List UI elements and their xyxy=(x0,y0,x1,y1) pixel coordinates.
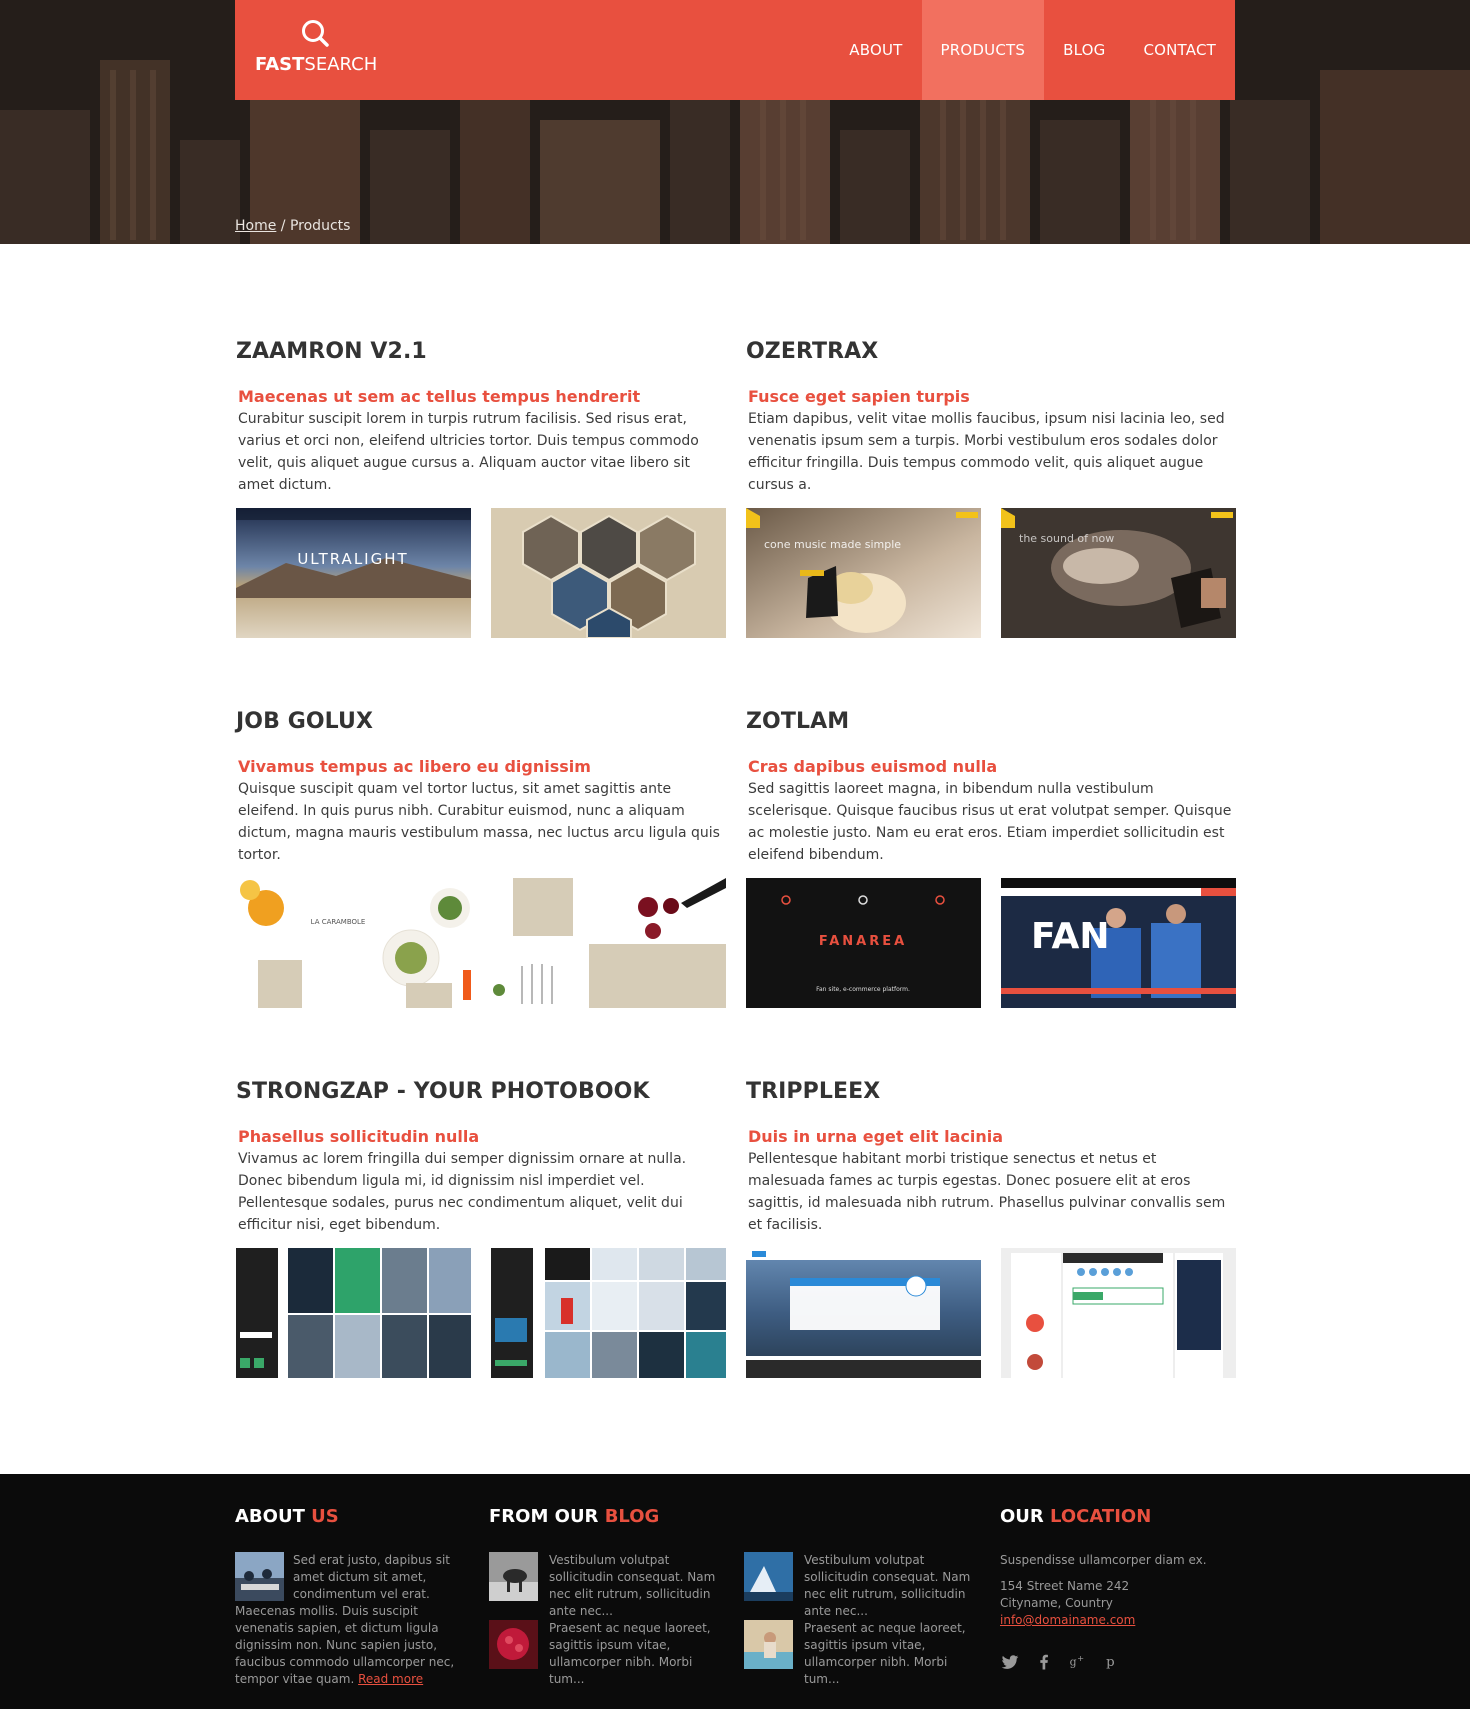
product-screenshot[interactable]: FAN xyxy=(1001,878,1236,1008)
product-title: ZAAMRON V2.1 xyxy=(236,339,427,364)
product-title: ZOTLAM xyxy=(746,709,850,734)
svg-text:g: g xyxy=(1070,1655,1077,1668)
social-links: g + p xyxy=(1000,1652,1122,1672)
product-description: Etiam dapibus, velit vitae mollis faucib… xyxy=(748,411,1225,493)
blog-post-excerpt[interactable]: Vestibulum volutpat sollicitudin consequ… xyxy=(804,1552,984,1620)
nav-about[interactable]: ABOUT xyxy=(830,0,921,100)
thumb-caption: FANAREA xyxy=(819,934,907,949)
thumb-caption: FAN xyxy=(1031,916,1109,957)
location-intro: Suspendisse ullamcorper diam ex. xyxy=(1000,1553,1207,1567)
product-title: TRIPPLEEX xyxy=(746,1079,881,1104)
product-card: OZERTRAX Fusce eget sapien turpis Etiam … xyxy=(746,339,1236,638)
logo[interactable]: FASTSEARCH xyxy=(255,18,378,88)
product-screenshot[interactable] xyxy=(491,508,726,638)
product-screenshot[interactable]: cone music made simple xyxy=(746,508,981,638)
thumb-caption: LA CARAMBOLE xyxy=(311,918,366,926)
thumb-subcaption: Fan site, e-commerce platform. xyxy=(816,986,910,993)
product-title: STRONGZAP - YOUR PHOTOBOOK xyxy=(236,1079,650,1104)
product-subtitle: Phasellus sollicitudin nulla xyxy=(238,1127,480,1146)
product-screenshot[interactable] xyxy=(491,878,726,1008)
hero-banner: FASTSEARCH ABOUT PRODUCTS BLOG CONTACT H… xyxy=(0,0,1470,244)
footer-about-text: Sed erat justo, dapibus sit amet dictum … xyxy=(235,1553,455,1686)
city-line: Cityname, Country xyxy=(1000,1596,1113,1610)
main-nav: ABOUT PRODUCTS BLOG CONTACT xyxy=(830,0,1235,100)
nav-blog[interactable]: BLOG xyxy=(1044,0,1124,100)
product-card: JOB GOLUX Vivamus tempus ac libero eu di… xyxy=(236,709,726,1008)
product-description: Quisque suscipit quam vel tortor luctus,… xyxy=(238,781,720,863)
product-screenshot[interactable]: ULTRALIGHT xyxy=(236,508,471,638)
nav-contact[interactable]: CONTACT xyxy=(1124,0,1235,100)
nav-products[interactable]: PRODUCTS xyxy=(921,0,1045,100)
product-screenshot[interactable]: FANAREA Fan site, e-commerce platform. xyxy=(746,878,981,1008)
footer-blog-title: FROM OUR BLOG xyxy=(489,1506,660,1527)
read-more-link[interactable]: Read more xyxy=(358,1672,423,1686)
site-footer: ABOUT US Sed erat justo, dapibus sit ame… xyxy=(0,1474,1470,1709)
product-screenshot[interactable] xyxy=(491,1248,726,1378)
product-card: ZOTLAM Cras dapibus euismod nulla Sed sa… xyxy=(746,709,1236,1008)
product-description: Vivamus ac lorem fringilla dui semper di… xyxy=(238,1151,687,1233)
blog-post-thumbnail[interactable] xyxy=(489,1620,538,1669)
pinterest-icon[interactable]: p xyxy=(1102,1652,1122,1672)
blog-post-excerpt[interactable]: Vestibulum volutpat sollicitudin consequ… xyxy=(549,1552,729,1620)
product-description: Sed sagittis laoreet magna, in bibendum … xyxy=(748,781,1232,863)
product-subtitle: Duis in urna eget elit lacinia xyxy=(748,1127,1004,1146)
product-subtitle: Cras dapibus euismod nulla xyxy=(748,757,998,776)
blog-post-thumbnail[interactable] xyxy=(744,1552,793,1601)
product-subtitle: Fusce eget sapien turpis xyxy=(748,387,970,406)
product-description: Pellentesque habitant morbi tristique se… xyxy=(748,1151,1226,1233)
footer-location-title: OUR LOCATION xyxy=(1000,1506,1152,1527)
thumb-caption: cone music made simple xyxy=(764,538,901,551)
footer-about-title: ABOUT US xyxy=(235,1506,339,1527)
twitter-icon[interactable] xyxy=(1000,1652,1020,1672)
product-title: OZERTRAX xyxy=(746,339,879,364)
header-bar: FASTSEARCH ABOUT PRODUCTS BLOG CONTACT xyxy=(235,0,1235,100)
product-screenshot[interactable] xyxy=(746,1248,981,1378)
breadcrumb-home-link[interactable]: Home xyxy=(235,218,276,234)
blog-post-thumbnail[interactable] xyxy=(744,1620,793,1669)
address-line: 154 Street Name 242 xyxy=(1000,1579,1130,1593)
logo-text: FASTSEARCH xyxy=(255,54,378,75)
product-screenshot[interactable] xyxy=(1001,1248,1236,1378)
product-subtitle: Vivamus tempus ac libero eu dignissim xyxy=(238,757,591,776)
blog-post-thumbnail[interactable] xyxy=(489,1552,538,1601)
product-subtitle: Maecenas ut sem ac tellus tempus hendrer… xyxy=(238,387,641,406)
product-screenshot[interactable]: LA CARAMBOLE xyxy=(236,878,471,1008)
email-link[interactable]: info@domainame.com xyxy=(1000,1612,1135,1629)
product-description: Curabitur suscipit lorem in turpis rutru… xyxy=(238,411,699,493)
google-plus-icon[interactable]: g + xyxy=(1068,1652,1088,1672)
svg-text:+: + xyxy=(1077,1653,1084,1663)
svg-text:p: p xyxy=(1106,1655,1115,1670)
product-card: STRONGZAP - YOUR PHOTOBOOK Phasellus sol… xyxy=(236,1079,726,1378)
product-screenshot[interactable]: the sound of now xyxy=(1001,508,1236,638)
blog-post-excerpt[interactable]: Praesent ac neque laoreet, sagittis ipsu… xyxy=(549,1620,729,1688)
breadcrumb-current: Products xyxy=(289,218,351,234)
blog-post-excerpt[interactable]: Praesent ac neque laoreet, sagittis ipsu… xyxy=(804,1620,984,1688)
product-screenshot[interactable] xyxy=(236,1248,471,1378)
product-card: TRIPPLEEX Duis in urna eget elit lacinia… xyxy=(746,1079,1236,1378)
thumb-caption: the sound of now xyxy=(1019,532,1114,545)
product-card: ZAAMRON V2.1 Maecenas ut sem ac tellus t… xyxy=(236,339,726,638)
search-icon xyxy=(302,20,329,47)
facebook-icon[interactable] xyxy=(1034,1652,1054,1672)
thumb-caption: ULTRALIGHT xyxy=(297,550,408,568)
breadcrumb: Home / Products xyxy=(235,218,351,234)
product-title: JOB GOLUX xyxy=(236,709,374,734)
